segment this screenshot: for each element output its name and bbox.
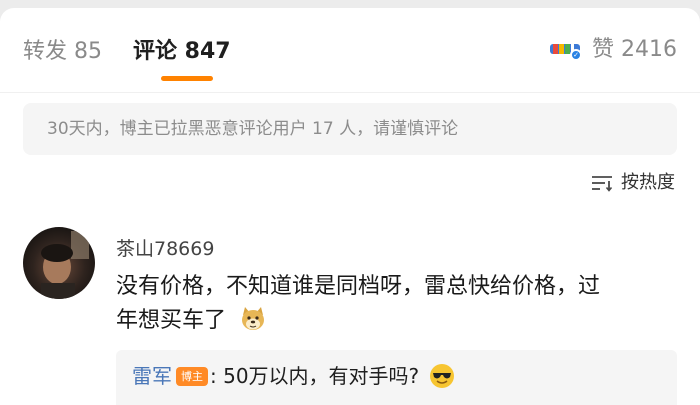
doge-emoji-icon [242,307,265,330]
notice-banner: 30天内，博主已拉黑恶意评论用户 17 人，请谨慎评论 [23,103,677,155]
tabs-divider [0,92,700,93]
reply-author[interactable]: 雷军 [132,364,172,388]
cool-sunglasses-emoji-icon [430,364,455,388]
tab-comments[interactable]: 评论 847 [133,40,231,64]
reply-text: : 50万以内，有对手吗? [210,364,420,388]
liker-badge-icon: ✓ [550,39,583,61]
comment-text-line-2: 年想买车了 [116,308,227,333]
likes-count: 赞 2416 [592,37,677,62]
author-badge: 博主 [176,366,208,386]
tab-likes[interactable]: ✓ 赞 2416 [550,38,677,62]
tab-repost[interactable]: 转发 85 [23,40,102,64]
comment-panel: 转发 85 评论 847 ✓ 赞 2416 30天内，博主已拉黑恶意评论用户 1… [0,8,700,405]
comment-username[interactable]: 茶山78669 [116,238,214,260]
sort-lines-icon [592,176,613,192]
avatar[interactable] [23,227,95,299]
active-tab-indicator [161,76,213,81]
comment-text-line-1: 没有价格，不知道谁是同档呀，雷总快给价格，过 [116,274,601,299]
sort-button[interactable]: 按热度 [591,173,675,193]
reply-preview[interactable]: 雷军 博主 : 50万以内，有对手吗? [116,350,677,405]
comment-body: 没有价格，不知道谁是同档呀，雷总快给价格，过 年想买车了 [116,270,676,338]
sort-label: 按热度 [621,172,675,193]
notice-text: 30天内，博主已拉黑恶意评论用户 17 人，请谨慎评论 [47,119,459,139]
